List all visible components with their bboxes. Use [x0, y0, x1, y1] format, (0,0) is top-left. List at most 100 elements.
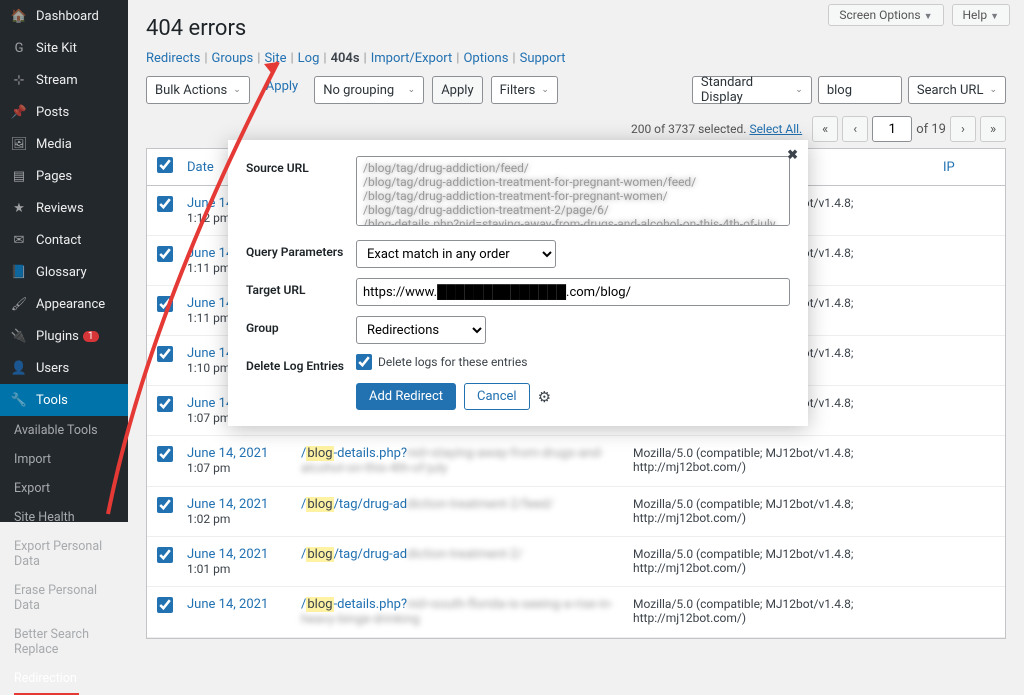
menu-icon: 📌 [10, 103, 28, 121]
admin-sidebar: 🏠DashboardGSite Kit⊹Stream📌Posts🖼Media▤P… [0, 0, 128, 522]
grouping-select[interactable]: No grouping⌄ [314, 76, 424, 104]
search-mode-select[interactable]: Search URL⌄ [908, 76, 1006, 104]
search-input[interactable] [818, 76, 902, 104]
sidebar-sub-export-personal-data[interactable]: Export Personal Data [0, 532, 128, 576]
page-prev[interactable]: ‹ [842, 116, 868, 142]
sidebar-sub-available-tools[interactable]: Available Tools [0, 416, 128, 445]
pagination: « ‹ of 19 › » [812, 116, 1006, 142]
sidebar-item-dashboard[interactable]: 🏠Dashboard [0, 0, 128, 32]
group-label: Group [246, 316, 356, 335]
row-ip [943, 396, 995, 425]
sidebar-item-appearance[interactable]: 🖌Appearance [0, 288, 128, 320]
target-url-label: Target URL [246, 278, 356, 297]
close-icon[interactable]: ✖ [787, 148, 798, 163]
display-select[interactable]: Standard Display⌄ [692, 76, 812, 104]
redirect-modal: ✖ Source URL /blog/tag/drug-addiction/fe… [228, 140, 808, 426]
table-row: June 14, 20211:07 pm/blog-details.php?ni… [147, 436, 1005, 487]
row-ip [943, 446, 995, 476]
row-checkbox[interactable] [157, 597, 173, 613]
row-checkbox[interactable] [157, 446, 173, 462]
sidebar-item-tools[interactable]: 🔧Tools [0, 384, 128, 416]
screen-options-button[interactable]: Screen Options ▼ [828, 4, 943, 26]
sidebar-item-pages[interactable]: ▤Pages [0, 160, 128, 192]
subnav-support[interactable]: Support [520, 51, 566, 66]
filters-button[interactable]: Filters⌄ [491, 76, 558, 104]
select-all-link[interactable]: Select All. [749, 122, 802, 136]
menu-icon: 🏠 [10, 7, 28, 25]
menu-icon: 📘 [10, 263, 28, 281]
row-checkbox[interactable] [157, 296, 173, 312]
subnav: Redirects|Groups|Site|Log|404s|Import/Ex… [146, 51, 1006, 66]
menu-icon: ✉ [10, 231, 28, 249]
target-url-input[interactable] [356, 278, 790, 306]
sidebar-sub-import[interactable]: Import [0, 445, 128, 474]
gear-icon[interactable]: ⚙ [538, 388, 551, 406]
menu-icon: 🖼 [10, 135, 28, 153]
row-checkbox[interactable] [157, 196, 173, 212]
row-ip [943, 597, 995, 627]
sidebar-sub-better-search-replace[interactable]: Better Search Replace [0, 620, 128, 664]
sidebar-item-media[interactable]: 🖼Media [0, 128, 128, 160]
menu-icon: 🔧 [10, 391, 28, 409]
menu-icon: 🖌 [10, 295, 28, 313]
subnav-404s[interactable]: 404s [331, 51, 360, 66]
row-useragent: Mozilla/5.0 (compatible; MJ12bot/v1.4.8;… [633, 446, 943, 476]
row-source[interactable]: /blog-details.php?nid=staying-away-from-… [301, 446, 633, 476]
menu-icon: G [10, 39, 28, 57]
sidebar-item-glossary[interactable]: 📘Glossary [0, 256, 128, 288]
sidebar-item-plugins[interactable]: 🔌Plugins1 [0, 320, 128, 352]
row-checkbox[interactable] [157, 346, 173, 362]
page-last[interactable]: » [980, 116, 1006, 142]
sidebar-sub-export[interactable]: Export [0, 474, 128, 503]
subnav-redirects[interactable]: Redirects [146, 51, 200, 66]
subnav-import/export[interactable]: Import/Export [371, 51, 453, 66]
page-first[interactable]: « [812, 116, 838, 142]
sidebar-sub-erase-personal-data[interactable]: Erase Personal Data [0, 576, 128, 620]
source-url-textarea[interactable]: /blog/tag/drug-addiction/feed/ /blog/tag… [356, 156, 790, 226]
row-ip [943, 246, 995, 275]
row-ip [943, 296, 995, 325]
menu-icon: ★ [10, 199, 28, 217]
page-input[interactable] [872, 116, 912, 142]
col-ip[interactable]: IP [943, 160, 995, 175]
sidebar-sub-redirection[interactable]: Redirection [0, 664, 128, 693]
query-params-select[interactable]: Exact match in any order [356, 240, 556, 268]
bulk-actions-select[interactable]: Bulk Actions⌄ [146, 76, 250, 104]
delete-logs-checkbox[interactable] [356, 354, 372, 370]
row-date[interactable]: June 14, 2021 [187, 597, 301, 627]
toolbar: Bulk Actions⌄ Apply No grouping⌄ Apply F… [146, 76, 1006, 104]
menu-icon: 🔌 [10, 327, 28, 345]
row-checkbox[interactable] [157, 497, 173, 513]
row-date[interactable]: June 14, 20211:07 pm [187, 446, 301, 476]
add-redirect-button[interactable]: Add Redirect [356, 383, 456, 410]
subnav-groups[interactable]: Groups [212, 51, 254, 66]
subnav-options[interactable]: Options [463, 51, 508, 66]
subnav-site[interactable]: Site [264, 51, 286, 66]
row-date[interactable]: June 14, 20211:01 pm [187, 547, 301, 576]
sidebar-sub-site-health[interactable]: Site Health [0, 503, 128, 532]
row-checkbox[interactable] [157, 246, 173, 262]
page-next[interactable]: › [950, 116, 976, 142]
subnav-log[interactable]: Log [298, 51, 320, 66]
selection-count: 200 of 3737 selected. Select All. [631, 122, 802, 136]
apply-grouping-button[interactable]: Apply [432, 76, 482, 104]
sidebar-item-users[interactable]: 👤Users [0, 352, 128, 384]
help-button[interactable]: Help ▼ [952, 4, 1011, 26]
row-source[interactable]: /blog-details.php?nid=south-florida-is-s… [301, 597, 633, 627]
select-all-checkbox[interactable] [157, 157, 173, 173]
sidebar-item-posts[interactable]: 📌Posts [0, 96, 128, 128]
sidebar-item-contact[interactable]: ✉Contact [0, 224, 128, 256]
row-useragent: Mozilla/5.0 (compatible; MJ12bot/v1.4.8;… [633, 597, 943, 627]
row-checkbox[interactable] [157, 547, 173, 563]
row-checkbox[interactable] [157, 396, 173, 412]
table-row: June 14, 20211:01 pm/blog/tag/drug-addic… [147, 537, 1005, 587]
sidebar-item-site-kit[interactable]: GSite Kit [0, 32, 128, 64]
group-select[interactable]: Redirections [356, 316, 486, 344]
sidebar-item-reviews[interactable]: ★Reviews [0, 192, 128, 224]
cancel-button[interactable]: Cancel [464, 383, 530, 410]
row-useragent: Mozilla/5.0 (compatible; MJ12bot/v1.4.8;… [633, 547, 943, 576]
sidebar-item-stream[interactable]: ⊹Stream [0, 64, 128, 96]
apply-bulk-button[interactable]: Apply [258, 76, 306, 104]
table-row: June 14, 2021/blog-details.php?nid=south… [147, 587, 1005, 638]
row-source[interactable]: /blog/tag/drug-addiction-treatment-2/ [301, 547, 633, 576]
